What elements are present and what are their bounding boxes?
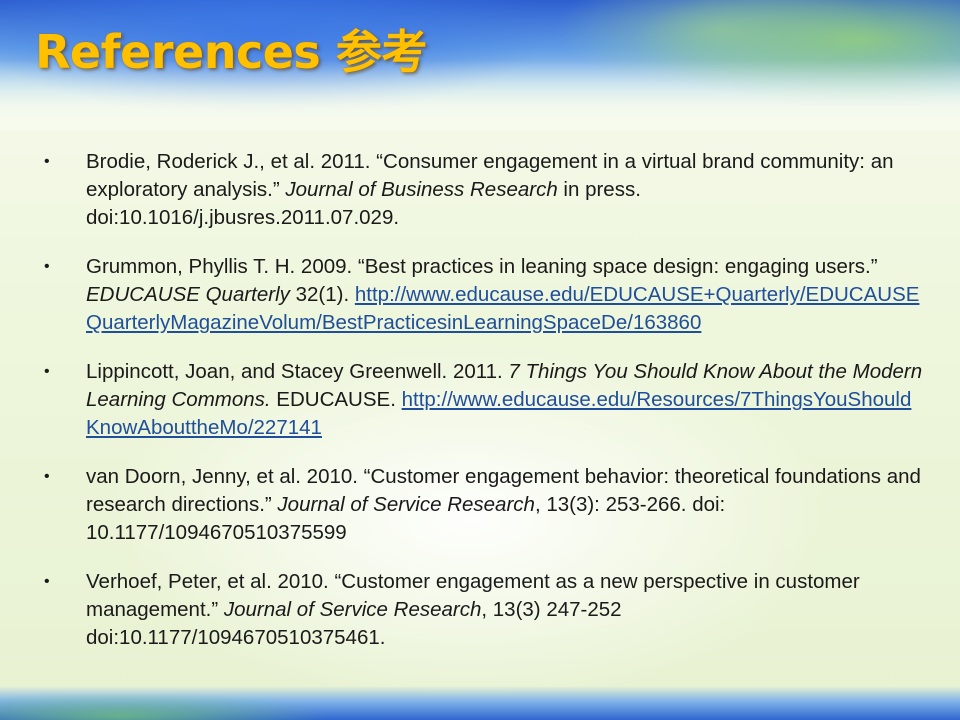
- reference-text: Lippincott, Joan, and Stacey Greenwell. …: [86, 360, 509, 383]
- slide-title: References 参考: [35, 25, 427, 79]
- bullet-icon: •: [44, 258, 50, 275]
- bullet-icon: •: [44, 468, 50, 485]
- reference-item: • Verhoef, Peter, et al. 2010. “Customer …: [44, 568, 924, 652]
- bullet-icon: •: [44, 153, 50, 170]
- reference-text: Grummon, Phyllis T. H. 2009. “Best pract…: [86, 255, 878, 278]
- reference-list: • Brodie, Roderick J., et al. 2011. “Cons…: [44, 148, 924, 673]
- reference-item: • Brodie, Roderick J., et al. 2011. “Cons…: [44, 148, 924, 232]
- reference-journal: Journal of Service Research: [277, 493, 535, 516]
- bullet-icon: •: [44, 363, 50, 380]
- reference-journal: EDUCAUSE Quarterly: [86, 283, 290, 306]
- reference-item: • Lippincott, Joan, and Stacey Greenwell.…: [44, 358, 924, 442]
- bullet-icon: •: [44, 573, 50, 590]
- reference-journal: Journal of Business Research: [285, 178, 558, 201]
- reference-item: • Grummon, Phyllis T. H. 2009. “Best prac…: [44, 253, 924, 337]
- slide: References 参考 • Brodie, Roderick J., et a…: [0, 0, 960, 720]
- reference-details: EDUCAUSE.: [270, 388, 402, 411]
- reference-item: • van Doorn, Jenny, et al. 2010. “Custome…: [44, 463, 924, 547]
- reference-journal: Journal of Service Research: [223, 598, 482, 621]
- bottom-band: [0, 686, 960, 720]
- reference-details: 32(1).: [289, 283, 355, 306]
